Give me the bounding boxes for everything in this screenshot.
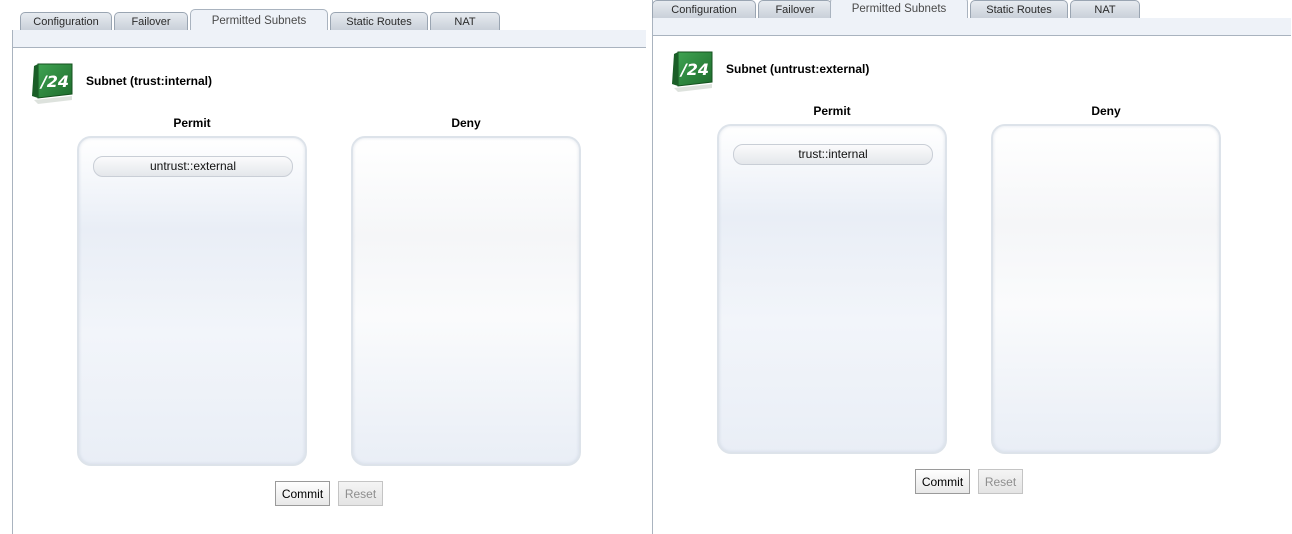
svg-text:/24: /24 [39, 72, 69, 91]
subnet-24-icon: /24 [32, 63, 73, 104]
subnet-title: Subnet (trust:internal) [86, 74, 212, 88]
permit-list-item[interactable]: trust::internal [733, 144, 933, 165]
deny-column-title: Deny [451, 116, 481, 130]
reset-button[interactable]: Reset [978, 469, 1023, 494]
left-subnet-panel: Configuration Failover Permitted Subnets… [0, 0, 652, 534]
tab-nat[interactable]: NAT [430, 12, 500, 30]
tab-content-strip [12, 30, 646, 48]
deny-column-title: Deny [1091, 104, 1121, 118]
tab-static-routes[interactable]: Static Routes [970, 0, 1068, 18]
tab-failover[interactable]: Failover [114, 12, 188, 30]
tab-content-strip [653, 18, 1291, 36]
svg-text:/24: /24 [679, 60, 709, 79]
panel-left-border [12, 30, 13, 534]
tab-permitted-subnets[interactable]: Permitted Subnets [830, 0, 968, 18]
tab-bar: Configuration Failover Permitted Subnets… [0, 0, 652, 30]
tab-bar: Configuration Failover Permitted Subnets… [652, 0, 1292, 18]
reset-button[interactable]: Reset [338, 481, 383, 506]
panel-divider [652, 0, 653, 534]
tab-permitted-subnets[interactable]: Permitted Subnets [190, 9, 328, 30]
tab-nat[interactable]: NAT [1070, 0, 1140, 18]
permit-column-title: Permit [813, 104, 851, 118]
tab-configuration[interactable]: Configuration [652, 0, 756, 18]
deny-list[interactable] [991, 124, 1221, 454]
tab-configuration[interactable]: Configuration [20, 12, 112, 30]
tab-static-routes[interactable]: Static Routes [330, 12, 428, 30]
permit-list-item[interactable]: untrust::external [93, 156, 293, 177]
subnet-24-icon: /24 [672, 51, 713, 92]
permit-list[interactable]: untrust::external [77, 136, 307, 466]
permit-list[interactable]: trust::internal [717, 124, 947, 454]
subnet-title: Subnet (untrust:external) [726, 62, 870, 76]
commit-button[interactable]: Commit [915, 469, 970, 494]
tab-failover[interactable]: Failover [758, 0, 832, 18]
right-subnet-panel: Configuration Failover Permitted Subnets… [652, 0, 1292, 534]
commit-button[interactable]: Commit [275, 481, 330, 506]
permit-column-title: Permit [173, 116, 211, 130]
deny-list[interactable] [351, 136, 581, 466]
